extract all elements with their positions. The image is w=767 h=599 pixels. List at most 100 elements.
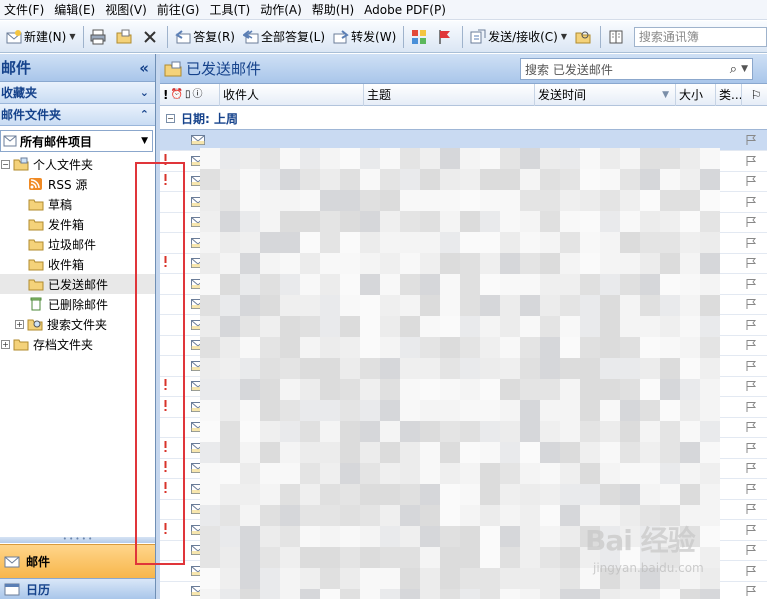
flag-icon[interactable] bbox=[745, 483, 757, 495]
redaction-block bbox=[280, 274, 300, 295]
flag-icon[interactable] bbox=[745, 155, 757, 167]
flag-icon[interactable] bbox=[745, 462, 757, 474]
search-address-book-input[interactable]: 搜索通讯簿 bbox=[633, 26, 767, 47]
redaction-block bbox=[240, 211, 260, 232]
flag-icon[interactable] bbox=[745, 360, 757, 372]
column-subject[interactable]: 主题 bbox=[364, 83, 535, 106]
search-icon[interactable]: ⌕ bbox=[730, 62, 737, 77]
chevron-down-icon[interactable]: ▼ bbox=[69, 32, 75, 41]
print-button[interactable] bbox=[86, 25, 112, 49]
redaction-block bbox=[240, 547, 260, 568]
folder-label: 已删除邮件 bbox=[48, 297, 109, 312]
column-icons[interactable]: ! ⏰ ▯ ⓘ bbox=[160, 83, 220, 106]
folder-item[interactable]: + 存档文件夹 bbox=[0, 334, 155, 354]
redaction-block bbox=[360, 253, 380, 274]
forward-button[interactable]: 转发(W) bbox=[329, 25, 400, 49]
chevron-double-up-icon[interactable]: ⌃ bbox=[140, 108, 149, 121]
chevron-down-icon[interactable]: ▼ bbox=[141, 136, 148, 146]
flag-icon[interactable] bbox=[745, 175, 757, 187]
flag-icon[interactable] bbox=[745, 257, 757, 269]
redaction-block bbox=[480, 526, 500, 547]
folder-item[interactable]: 垃圾邮件 bbox=[0, 234, 155, 254]
find-button[interactable] bbox=[571, 25, 597, 49]
menu-item[interactable]: 动作(A) bbox=[256, 0, 308, 20]
redaction-block bbox=[420, 379, 440, 400]
column-category[interactable]: 类... bbox=[716, 83, 742, 106]
chevron-double-down-icon[interactable]: ⌄ bbox=[140, 86, 149, 99]
importance-column-icon[interactable]: ! bbox=[163, 84, 168, 106]
redaction-block bbox=[520, 484, 540, 505]
follow-up-button[interactable] bbox=[433, 25, 459, 49]
column-to[interactable]: 收件人 bbox=[220, 83, 364, 106]
redaction-block bbox=[500, 568, 520, 589]
flag-icon[interactable] bbox=[745, 196, 757, 208]
flag-icon[interactable] bbox=[745, 380, 757, 392]
folder-item[interactable]: + 搜索文件夹 bbox=[0, 314, 155, 334]
new-button[interactable]: 新建(N) ▼ bbox=[2, 25, 80, 49]
delete-button[interactable] bbox=[138, 25, 164, 49]
folder-item[interactable]: 收件箱 bbox=[0, 254, 155, 274]
pane-resize-grip[interactable]: • • • • • bbox=[0, 536, 155, 543]
menu-item[interactable]: 帮助(H) bbox=[308, 0, 360, 20]
menu-item[interactable]: 工具(T) bbox=[205, 0, 256, 20]
flag-icon[interactable] bbox=[745, 237, 757, 249]
move-to-folder-button[interactable] bbox=[112, 25, 138, 49]
reminder-column-icon[interactable]: ⏰ bbox=[170, 84, 182, 106]
redaction-block bbox=[340, 421, 360, 442]
flag-icon[interactable] bbox=[745, 278, 757, 290]
menu-item[interactable]: 前往(G) bbox=[153, 0, 206, 20]
column-size[interactable]: 大小 bbox=[676, 83, 716, 106]
collapse-icon[interactable]: − bbox=[1, 159, 10, 169]
icon-column-icon[interactable]: ▯ bbox=[185, 84, 191, 106]
flag-icon[interactable] bbox=[745, 216, 757, 228]
flag-icon[interactable] bbox=[745, 442, 757, 454]
menu-item[interactable]: 编辑(E) bbox=[50, 0, 101, 20]
all-mail-items-dropdown[interactable]: 所有邮件项目 ▼ bbox=[0, 130, 153, 152]
search-mail-input[interactable]: 搜索 已发送邮件 ⌕ ▼ bbox=[520, 58, 753, 80]
expand-icon[interactable]: + bbox=[1, 339, 10, 349]
collapse-group-icon[interactable]: − bbox=[166, 114, 175, 123]
mail-icon bbox=[4, 556, 20, 567]
folder-item[interactable]: 已发送邮件 bbox=[0, 274, 155, 294]
nav-button-calendar[interactable]: 日历 bbox=[0, 578, 155, 599]
column-sent[interactable]: 发送时间 ▼ bbox=[535, 83, 676, 106]
chevron-down-icon[interactable]: ▼ bbox=[741, 64, 748, 74]
flag-icon[interactable] bbox=[745, 319, 757, 331]
redaction-block bbox=[240, 148, 260, 169]
flag-icon[interactable] bbox=[745, 339, 757, 351]
folder-item[interactable]: 草稿 bbox=[0, 194, 155, 214]
chevron-down-icon[interactable]: ▼ bbox=[561, 32, 567, 41]
favorites-label: 收藏夹 bbox=[1, 86, 38, 100]
group-header[interactable]: − 日期: 上周 bbox=[160, 108, 767, 130]
folder-item[interactable]: RSS 源 bbox=[0, 174, 155, 194]
redaction-block bbox=[420, 463, 440, 484]
redaction-block bbox=[640, 358, 660, 379]
redaction-block bbox=[620, 253, 640, 274]
folder-item[interactable]: 发件箱 bbox=[0, 214, 155, 234]
address-book-button[interactable] bbox=[604, 25, 630, 49]
favorites-section[interactable]: 收藏夹 ⌄ bbox=[0, 82, 155, 104]
redaction-block bbox=[240, 169, 260, 190]
redaction-block bbox=[220, 232, 240, 253]
flag-icon[interactable] bbox=[745, 401, 757, 413]
collapse-pane-icon[interactable]: « bbox=[139, 59, 149, 77]
flag-icon[interactable] bbox=[745, 298, 757, 310]
folder-item[interactable]: − 个人文件夹 bbox=[0, 154, 155, 174]
attachment-column-icon[interactable]: ⓘ bbox=[192, 84, 202, 106]
menu-item[interactable]: Adobe PDF(P) bbox=[360, 0, 452, 20]
reply-all-button[interactable]: 全部答复(L) bbox=[239, 25, 329, 49]
folder-item[interactable]: 已删除邮件 bbox=[0, 294, 155, 314]
redaction-block bbox=[480, 190, 500, 211]
flag-icon[interactable] bbox=[745, 585, 757, 597]
reply-button[interactable]: 答复(R) bbox=[171, 25, 239, 49]
flag-icon[interactable] bbox=[745, 421, 757, 433]
mail-folders-section[interactable]: 邮件文件夹 ⌃ bbox=[0, 104, 155, 126]
flag-icon[interactable] bbox=[745, 134, 757, 146]
menu-item[interactable]: 视图(V) bbox=[101, 0, 153, 20]
flag-column-icon[interactable]: ⚐ bbox=[742, 84, 767, 106]
send-receive-button[interactable]: 发送/接收(C) ▼ bbox=[466, 25, 571, 49]
categorize-button[interactable] bbox=[407, 25, 433, 49]
expand-icon[interactable]: + bbox=[15, 319, 24, 329]
nav-button-mail[interactable]: 邮件 bbox=[0, 544, 155, 578]
menu-item[interactable]: 文件(F) bbox=[0, 0, 50, 20]
